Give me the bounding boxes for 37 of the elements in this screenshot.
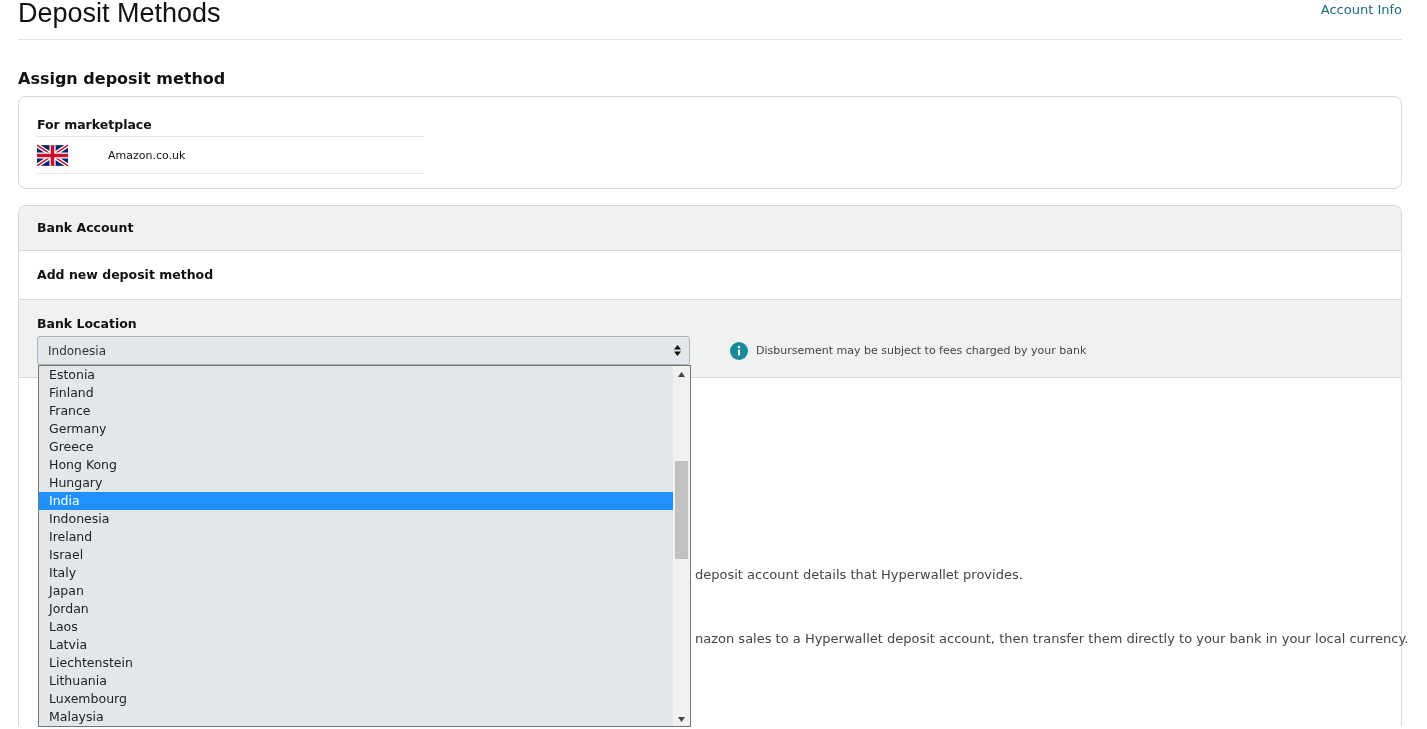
dropdown-option[interactable]: Estonia bbox=[39, 366, 673, 384]
body-text: nazon sales to a Hyperwallet deposit account, then transfer them directly to your bank in your local currency. bbox=[695, 631, 1409, 646]
info-icon bbox=[730, 341, 748, 360]
info-note: Disbursement may be subject to fees charged by your bank bbox=[756, 344, 1087, 357]
scrollbar[interactable] bbox=[673, 366, 690, 726]
dropdown-option[interactable]: Finland bbox=[39, 384, 673, 402]
dropdown-option[interactable]: Israel bbox=[39, 546, 673, 564]
dropdown-option[interactable]: Hong Kong bbox=[39, 456, 673, 474]
dropdown-option[interactable]: Jordan bbox=[39, 600, 673, 618]
dropdown-option[interactable]: Laos bbox=[39, 618, 673, 636]
dropdown-option[interactable]: Japan bbox=[39, 582, 673, 600]
bank-account-header: Bank Account bbox=[19, 206, 1401, 251]
dropdown-option[interactable]: Liechtenstein bbox=[39, 654, 673, 672]
dropdown-option[interactable]: Latvia bbox=[39, 636, 673, 654]
body-text: deposit account details that Hyperwallet provides. bbox=[695, 567, 1023, 582]
dropdown-option[interactable]: Luxembourg bbox=[39, 690, 673, 708]
dropdown-option[interactable]: Germany bbox=[39, 420, 673, 438]
dropdown-option[interactable]: Indonesia bbox=[39, 510, 673, 528]
marketplace-label: For marketplace bbox=[37, 117, 424, 137]
sort-caret-icon bbox=[674, 345, 681, 356]
scroll-down-icon bbox=[678, 717, 685, 722]
flag-icon bbox=[37, 143, 68, 167]
dropdown-option[interactable]: Italy bbox=[39, 564, 673, 582]
section-heading: Assign deposit method bbox=[18, 69, 227, 89]
account-info-link[interactable]: Account Info bbox=[1320, 2, 1402, 17]
dropdown-option[interactable]: Hungary bbox=[39, 474, 673, 492]
dropdown-option[interactable]: Greece bbox=[39, 438, 673, 456]
page-title: Deposit Methods bbox=[18, 0, 221, 30]
bank-location-label: Bank Location bbox=[37, 316, 138, 332]
bank-location-select[interactable]: Indonesia bbox=[37, 336, 690, 365]
scrollbar-thumb[interactable] bbox=[675, 461, 688, 559]
scroll-up-icon bbox=[678, 372, 685, 377]
dropdown-option[interactable]: Malaysia bbox=[39, 708, 673, 726]
dropdown-option[interactable]: Lithuania bbox=[39, 672, 673, 690]
marketplace-name: Amazon.co.uk bbox=[108, 148, 186, 162]
dropdown-option[interactable]: France bbox=[39, 402, 673, 420]
dropdown-option[interactable]: Ireland bbox=[39, 528, 673, 546]
